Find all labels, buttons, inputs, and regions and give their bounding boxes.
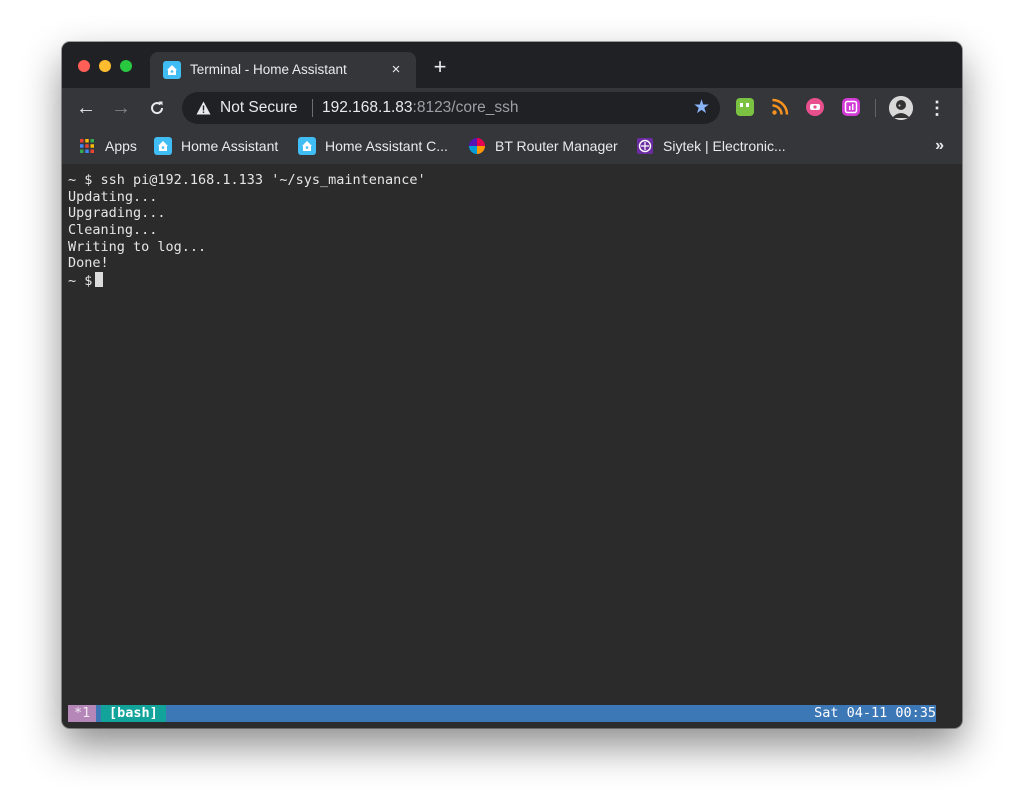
terminal-pane[interactable]: ~ $ ssh pi@192.168.1.133 '~/sys_maintena… bbox=[62, 164, 962, 728]
bookmark-label: Home Assistant bbox=[181, 138, 279, 154]
analytics-icon[interactable] bbox=[842, 98, 860, 116]
toolbar: ← → Not Secure 192.168.1.83:8123/core_ss… bbox=[62, 88, 962, 128]
terminal-cursor bbox=[95, 272, 104, 288]
bookmark-label: Apps bbox=[105, 138, 137, 154]
hangouts-icon[interactable] bbox=[736, 98, 754, 116]
url-host: 192.168.1.83 bbox=[322, 99, 413, 116]
tab-title: Terminal - Home Assistant bbox=[190, 62, 347, 77]
home-assistant-icon bbox=[163, 61, 181, 79]
tab-strip: Terminal - Home Assistant × + bbox=[62, 42, 962, 88]
screen-recorder-icon[interactable] bbox=[806, 98, 824, 116]
reload-icon bbox=[151, 101, 164, 115]
bookmark-home-assistant[interactable]: Home Assistant bbox=[154, 128, 278, 164]
bookmarks-bar: Apps Home Assistant Home Assistant C... … bbox=[62, 128, 962, 164]
profile-avatar[interactable] bbox=[889, 96, 913, 120]
window-name[interactable]: [bash] bbox=[101, 705, 166, 722]
window-index[interactable]: *1 bbox=[68, 705, 97, 722]
bt-icon bbox=[468, 137, 486, 155]
terminal-output: ~ $ ssh pi@192.168.1.133 '~/sys_maintena… bbox=[68, 172, 426, 289]
maximize-window-button[interactable] bbox=[120, 60, 132, 72]
bookmark-star-icon[interactable]: ★ bbox=[693, 98, 710, 118]
tab-close-icon[interactable]: × bbox=[386, 60, 406, 80]
tab-terminal[interactable]: Terminal - Home Assistant × bbox=[150, 52, 416, 88]
new-tab-button[interactable]: + bbox=[430, 56, 450, 78]
apps-grid-icon bbox=[78, 137, 96, 155]
bookmark-label: Siytek | Electronic... bbox=[663, 138, 786, 154]
toolbar-divider bbox=[875, 99, 876, 117]
terminal-line: Updating... bbox=[68, 188, 158, 205]
minimize-window-button[interactable] bbox=[99, 60, 111, 72]
terminal-line: Upgrading... bbox=[68, 205, 166, 222]
bookmark-apps[interactable]: Apps bbox=[78, 128, 137, 164]
url-text[interactable]: 192.168.1.83:8123/core_ssh bbox=[322, 99, 519, 117]
bookmarks-overflow-button[interactable]: » bbox=[935, 137, 944, 155]
terminal-prompt-line[interactable]: ~ $ bbox=[68, 272, 426, 289]
close-window-button[interactable] bbox=[78, 60, 90, 72]
home-assistant-icon bbox=[154, 137, 172, 155]
bookmark-label: BT Router Manager bbox=[495, 138, 618, 154]
bookmark-bt-router-manager[interactable]: BT Router Manager bbox=[468, 128, 618, 164]
home-assistant-icon bbox=[298, 137, 316, 155]
terminal-line: ~ $ ssh pi@192.168.1.133 '~/sys_maintena… bbox=[68, 172, 426, 188]
terminal-line: Cleaning... bbox=[68, 222, 158, 239]
terminal-line: Done! bbox=[68, 255, 109, 272]
address-bar[interactable]: Not Secure 192.168.1.83:8123/core_ssh ★ bbox=[182, 92, 720, 124]
browser-window: Terminal - Home Assistant × + ← → Not Se… bbox=[62, 42, 962, 728]
warning-icon[interactable] bbox=[196, 101, 211, 120]
bookmark-label: Home Assistant C... bbox=[325, 138, 448, 154]
bookmark-home-assistant-c[interactable]: Home Assistant C... bbox=[298, 128, 448, 164]
back-button[interactable]: ← bbox=[74, 96, 98, 120]
rss-icon[interactable] bbox=[771, 98, 789, 116]
forward-button[interactable]: → bbox=[109, 96, 133, 120]
browser-menu-icon[interactable]: ⋮ bbox=[928, 96, 946, 120]
bookmark-siytek[interactable]: Siytek | Electronic... bbox=[636, 128, 786, 164]
status-clock: Sat 04-11 00:35 bbox=[814, 705, 936, 721]
reload-button[interactable] bbox=[145, 96, 169, 120]
security-label[interactable]: Not Secure bbox=[220, 99, 298, 117]
terminal-line: Writing to log... bbox=[68, 238, 207, 255]
tmux-status-bar: *1 [bash] Sat 04-11 00:35 bbox=[68, 705, 936, 722]
siytek-icon bbox=[636, 137, 654, 155]
omnibox-divider bbox=[312, 99, 313, 117]
url-path: :8123/core_ssh bbox=[412, 99, 519, 116]
terminal-prompt: ~ $ bbox=[68, 273, 93, 290]
